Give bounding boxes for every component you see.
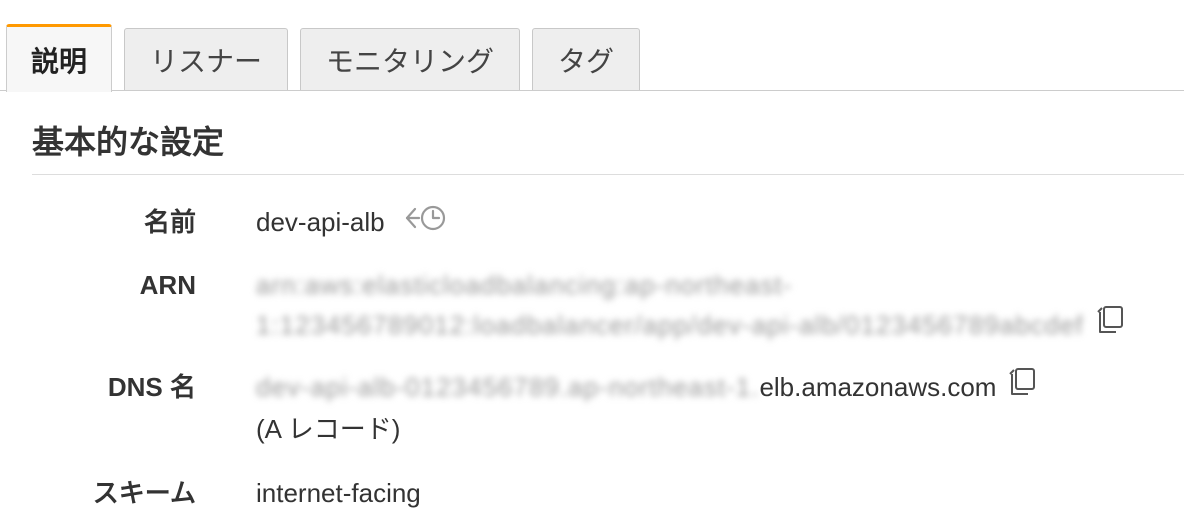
name-label: 名前 <box>143 207 196 237</box>
name-value-row: dev-api-alb <box>256 205 449 241</box>
name-value: dev-api-alb <box>256 207 385 237</box>
tab-description[interactable]: 説明 <box>6 24 112 92</box>
history-icon[interactable] <box>403 203 449 241</box>
arn-label: ARN <box>139 270 196 300</box>
tab-bar: 説明 リスナー モニタリング タグ <box>0 0 1184 92</box>
arn-value-part1: arn:aws:elasticloadbalancing:ap-northeas… <box>256 270 793 300</box>
copy-icon[interactable] <box>1094 304 1128 344</box>
tab-tags[interactable]: タグ <box>532 28 640 90</box>
scheme-value: internet-facing <box>256 478 421 508</box>
tab-monitoring[interactable]: モニタリング <box>300 28 520 90</box>
arn-value-part2: 1:123456789012:loadbalancer/app/dev-api-… <box>256 310 1084 340</box>
dns-record-type: (A レコード) <box>256 414 401 444</box>
tab-bar-divider <box>0 90 1184 91</box>
section-title: 基本的な設定 <box>32 124 225 160</box>
tab-listeners[interactable]: リスナー <box>124 28 288 90</box>
dns-label: DNS 名 <box>107 372 196 402</box>
dns-value-row: dev-api-alb-0123456789.ap-northeast-1.el… <box>256 368 1040 406</box>
load-balancer-details-page: 説明 リスナー モニタリング タグ 基本的な設定 名前 dev-api-alb … <box>0 0 1184 522</box>
copy-icon[interactable] <box>1006 366 1040 406</box>
dns-value-suffix: elb.amazonaws.com <box>759 372 997 402</box>
arn-value-line1: arn:aws:elasticloadbalancing:ap-northeas… <box>256 268 792 302</box>
dns-value-prefix: dev-api-alb-0123456789.ap-northeast-1. <box>256 372 760 402</box>
section-divider <box>32 174 1184 175</box>
scheme-label: スキーム <box>92 478 196 508</box>
arn-value-line2: 1:123456789012:loadbalancer/app/dev-api-… <box>256 306 1128 344</box>
